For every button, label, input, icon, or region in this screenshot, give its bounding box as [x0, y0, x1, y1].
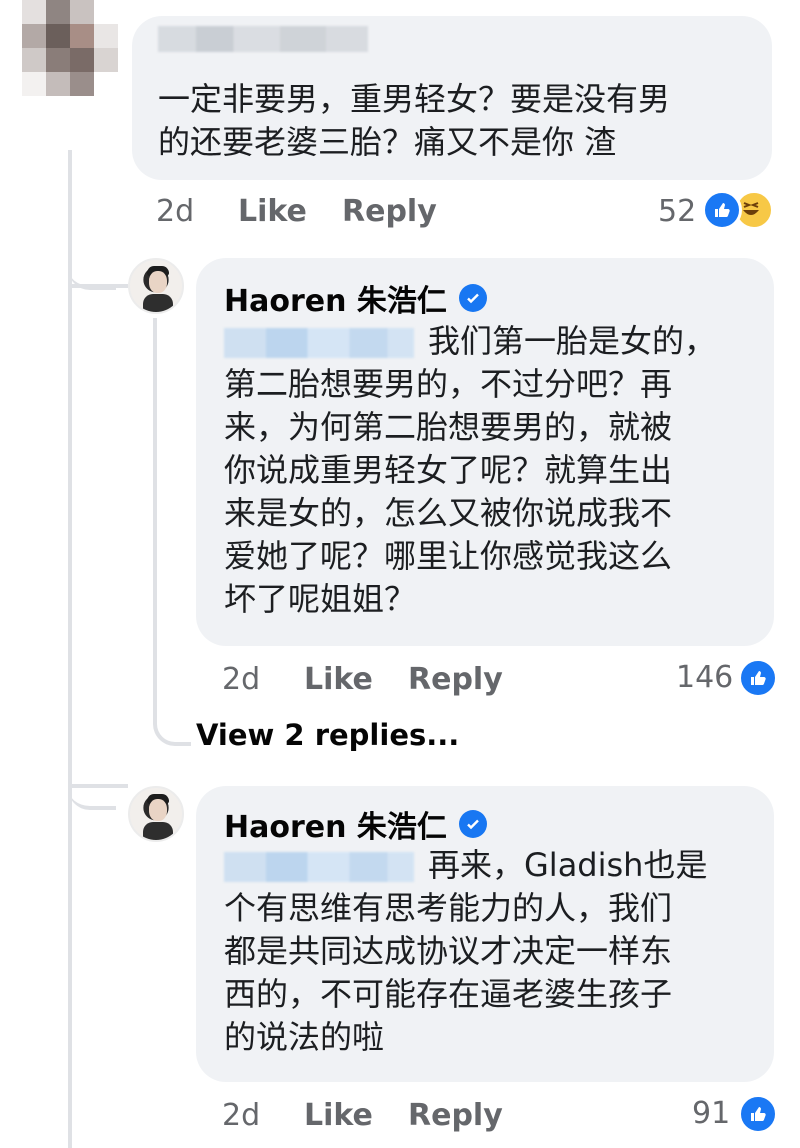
comment-text-line: 的还要老婆三胎？痛又不是你 渣 — [158, 123, 617, 161]
comment-bubble-reply2: Haoren 朱浩仁 再来，Gladish也是 个有思维有思考能力的人，我们 都… — [196, 786, 774, 1082]
comment-text-line: 再来，Gladish也是 — [428, 846, 708, 884]
comment-text: 一定非要男，重男轻女？要是没有男 的还要老婆三胎？痛又不是你 渣 — [158, 78, 670, 164]
reaction-count[interactable]: 146 — [676, 660, 733, 695]
reply-button[interactable]: Reply — [408, 1098, 503, 1133]
mention-tag-redacted[interactable] — [224, 852, 414, 882]
thread-line-main — [68, 150, 72, 1148]
reply-button[interactable]: Reply — [408, 662, 503, 697]
thread-connector-reply1 — [68, 284, 128, 288]
comment-text-line: 一定非要男，重男轻女？要是没有男 — [158, 80, 671, 118]
comment-text-line: 的说法的啦 — [224, 1018, 385, 1056]
comment-timestamp[interactable]: 2d — [222, 662, 260, 697]
author-name[interactable]: Haoren 朱浩仁 — [224, 276, 447, 320]
comment-timestamp[interactable]: 2d — [222, 1098, 260, 1133]
like-icon[interactable] — [702, 190, 742, 230]
verified-badge-icon — [458, 284, 487, 312]
comment-text-line: 第二胎想要男的，不过分吧？再 — [224, 365, 673, 403]
author-name[interactable]: Haoren 朱浩仁 — [224, 802, 447, 846]
author-name-redacted[interactable] — [158, 26, 368, 52]
comment-text: 再来，Gladish也是 个有思维有思考能力的人，我们 都是共同达成协议才决定一… — [224, 844, 754, 1059]
like-button[interactable]: Like — [304, 1098, 373, 1133]
like-button[interactable]: Like — [304, 662, 373, 697]
comment-text-line: 来是女的，怎么又被你说成我不 — [224, 494, 673, 532]
comment-text-line: 坏了呢姐姐？ — [224, 580, 417, 618]
reply-button[interactable]: Reply — [342, 194, 437, 229]
comment-text-line: 你说成重男轻女了呢？就算生出 — [224, 451, 673, 489]
verified-badge-icon — [458, 810, 487, 838]
thread-branch-reply1 — [68, 240, 116, 290]
comment-text-line: 来，为何第二胎想要男的，就被 — [224, 408, 673, 446]
mention-tag-redacted[interactable] — [224, 328, 414, 358]
avatar-pixelated[interactable] — [22, 0, 118, 96]
comment-text: 我们第一胎是女的， 第二胎想要男的，不过分吧？再 来，为何第二胎想要男的，就被 … — [224, 320, 754, 621]
avatar[interactable] — [128, 786, 184, 842]
avatar[interactable] — [128, 258, 184, 314]
like-icon[interactable] — [738, 658, 778, 698]
comment-text-line: 都是共同达成协议才决定一样东 — [224, 932, 673, 970]
reaction-count[interactable]: 91 — [692, 1096, 730, 1131]
comment-bubble-reply1: Haoren 朱浩仁 我们第一胎是女的， 第二胎想要男的，不过分吧？再 来，为何… — [196, 258, 774, 646]
thread-line-reply1 — [153, 318, 157, 710]
comment-timestamp[interactable]: 2d — [156, 194, 194, 229]
like-icon[interactable] — [738, 1094, 778, 1134]
comment-text-line: 西的，不可能存在逼老婆生孩子 — [224, 975, 673, 1013]
comment-text-line: 个有思维有思考能力的人，我们 — [224, 889, 673, 927]
comment-text-line: 我们第一胎是女的， — [428, 322, 717, 360]
comment-bubble-top: 一定非要男，重男轻女？要是没有男 的还要老婆三胎？痛又不是你 渣 — [132, 16, 772, 180]
thread-connector-reply2 — [68, 784, 128, 788]
reaction-count[interactable]: 52 — [658, 194, 696, 229]
view-replies-link[interactable]: View 2 replies... — [196, 718, 459, 752]
comment-text-line: 爱她了呢？哪里让你感觉我这么 — [224, 537, 673, 575]
thread-branch-view-replies — [153, 700, 191, 746]
like-button[interactable]: Like — [238, 194, 307, 229]
